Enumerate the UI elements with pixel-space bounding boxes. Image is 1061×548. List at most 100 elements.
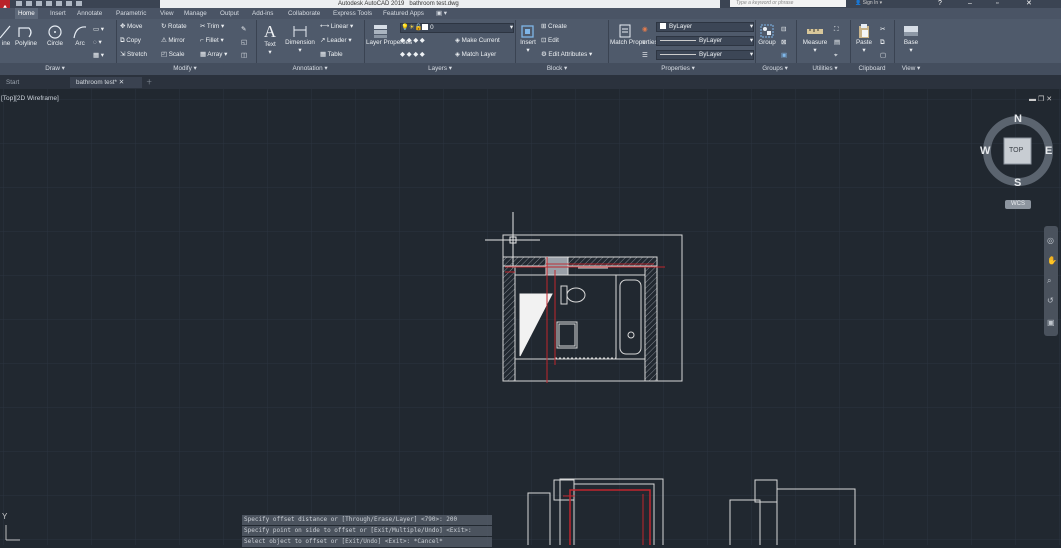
viewport-close-icon[interactable]: ✕: [1046, 96, 1052, 103]
drawing-canvas[interactable]: [0, 89, 1061, 545]
close-icon[interactable]: ✕: [1026, 0, 1032, 8]
line-button[interactable]: ine: [0, 24, 12, 48]
id-point-icon[interactable]: ⌖: [834, 52, 838, 59]
pan-icon[interactable]: ✋: [1047, 256, 1057, 265]
stretch-button[interactable]: ⇲ Stretch: [120, 51, 147, 59]
search-input[interactable]: Type a keyword or phrase: [730, 0, 846, 7]
tab-parametric[interactable]: Parametric: [116, 8, 146, 19]
panel-title-draw[interactable]: Draw ▾: [30, 63, 80, 75]
match-layer-button[interactable]: ◈ Match Layer: [455, 51, 496, 59]
fillet-button[interactable]: ⌐ Fillet ▾: [200, 37, 224, 45]
panel-title-clipboard[interactable]: Clipboard: [852, 63, 892, 75]
redo-icon[interactable]: [76, 1, 82, 6]
group-button[interactable]: Group: [757, 23, 777, 47]
table-button[interactable]: ▦ Table: [320, 51, 343, 59]
save-as-icon[interactable]: [46, 1, 52, 6]
array-button[interactable]: ▦ Array ▾: [200, 51, 227, 59]
viewport-minimize-icon[interactable]: ▬: [1029, 96, 1036, 103]
panel-title-block[interactable]: Block ▾: [537, 63, 577, 75]
tab-close-icon[interactable]: ✕: [119, 79, 124, 86]
help-icon[interactable]: ?: [938, 0, 942, 8]
viewport-restore-icon[interactable]: ❐: [1038, 96, 1044, 103]
edit-block-button[interactable]: ⊡ Edit: [541, 37, 559, 45]
save-icon[interactable]: [36, 1, 42, 6]
leader-dropdown[interactable]: ↗ Leader ▾: [320, 37, 352, 45]
scale-button[interactable]: ◰ Scale: [161, 51, 184, 59]
west-wall[interactable]: [502, 265, 516, 382]
calculator-icon[interactable]: ▤: [834, 39, 840, 46]
mirror-button[interactable]: ⚠ Mirror: [161, 37, 185, 45]
arc-button[interactable]: Arc: [71, 24, 89, 48]
panel-title-properties[interactable]: Properties ▾: [653, 63, 703, 75]
create-block-button[interactable]: ⊞ Create: [541, 23, 567, 31]
minimize-icon[interactable]: –: [968, 0, 972, 8]
tab-express-tools[interactable]: Express Tools: [333, 8, 372, 19]
ungroup-icon[interactable]: ⊟: [781, 26, 786, 33]
tab-featured-apps[interactable]: Featured Apps: [383, 8, 424, 19]
viewcube-north-label[interactable]: N: [1014, 113, 1022, 125]
layer-tools-row-1[interactable]: ◆ ◆ ◆ ◆: [400, 37, 425, 45]
restore-icon[interactable]: ▫: [996, 0, 998, 8]
viewcube-east-label[interactable]: E: [1045, 145, 1052, 157]
layer-freeze-icon[interactable]: ◆: [413, 37, 418, 44]
linear-dropdown[interactable]: ⟷ Linear ▾: [320, 23, 353, 31]
viewcube-south-label[interactable]: S: [1014, 177, 1021, 189]
draw-small-tools[interactable]: ▭ ▾ ◌ ▾ ▦ ▾: [93, 23, 104, 62]
cut-icon[interactable]: ✂: [880, 26, 885, 33]
new-tab-button[interactable]: ＋: [142, 77, 156, 88]
group-select-icon[interactable]: ▣: [781, 52, 787, 59]
lineweight-dropdown[interactable]: ByLayer ▾: [656, 50, 754, 60]
east-wall[interactable]: [644, 265, 658, 382]
shaft-block[interactable]: [545, 256, 569, 276]
tab-insert[interactable]: Insert: [50, 8, 66, 19]
layer-on-tool-icon[interactable]: ◆: [400, 51, 405, 58]
open-icon[interactable]: [26, 1, 32, 6]
erase-icon[interactable]: ✎: [241, 26, 246, 33]
layer-unlock-icon[interactable]: ◆: [420, 51, 425, 58]
edit-attributes-button[interactable]: ⚙ Edit Attributes ▾: [541, 51, 592, 59]
base-button[interactable]: Base ▾: [898, 23, 924, 55]
gradient-icon[interactable]: ▦ ▾: [93, 52, 104, 59]
panel-title-annotation[interactable]: Annotation ▾: [280, 63, 340, 75]
panel-title-utilities[interactable]: Utilities ▾: [800, 63, 850, 75]
hatch-icon[interactable]: ◌ ▾: [93, 39, 102, 46]
layer-lock-tool-icon[interactable]: ◆: [420, 37, 425, 44]
orbit-icon[interactable]: ↺: [1047, 296, 1054, 305]
tab-home[interactable]: Home: [15, 8, 38, 19]
zoom-icon[interactable]: ⌕: [1047, 276, 1051, 286]
steering-wheel-icon[interactable]: ◎: [1047, 236, 1054, 245]
panel-title-view[interactable]: View ▾: [893, 63, 929, 75]
linetype-dropdown[interactable]: ByLayer ▾: [656, 36, 754, 46]
tab-collaborate[interactable]: Collaborate: [288, 8, 320, 19]
layer-properties-button[interactable]: Layer Properties: [366, 23, 412, 47]
viewcube-west-label[interactable]: W: [980, 145, 990, 157]
match-properties-button[interactable]: Match Properties: [610, 23, 658, 47]
tab-output[interactable]: Output: [220, 8, 239, 19]
dimension-button[interactable]: Dimension ▾: [283, 23, 317, 55]
layer-thaw-tool-icon[interactable]: ◆: [413, 51, 418, 58]
circle-button[interactable]: Circle: [44, 24, 66, 48]
file-tab-start[interactable]: Start: [0, 77, 72, 88]
layer-dropdown[interactable]: 💡☀🔓 0 ▾: [400, 23, 514, 33]
tab-add-ins[interactable]: Add-ins: [252, 8, 273, 19]
color-dropdown[interactable]: ByLayer ▾: [656, 22, 754, 32]
copy-button[interactable]: ⧉ Copy: [120, 37, 141, 45]
tab-annotate[interactable]: Annotate: [77, 8, 102, 19]
undo-icon[interactable]: [66, 1, 72, 6]
paste-button[interactable]: Paste ▾: [853, 23, 875, 55]
viewport-controls-label[interactable]: [Top][2D Wireframe]: [1, 95, 59, 102]
rectangle-icon[interactable]: ▭ ▾: [93, 26, 104, 33]
clipboard-tools[interactable]: ✂ ⧉ ▢: [880, 23, 886, 62]
panel-title-layers[interactable]: Layers ▾: [415, 63, 465, 75]
ribbon-options-icon[interactable]: ▣ ▾: [436, 8, 447, 19]
wcs-dropdown[interactable]: WCS: [1005, 200, 1031, 209]
modify-extra-tools[interactable]: ✎ ◱ ◫: [241, 23, 247, 62]
polyline-button[interactable]: Polyline: [13, 24, 39, 48]
layer-tools-row-2[interactable]: ◆ ◆ ◆ ◆: [400, 51, 425, 59]
navigation-bar[interactable]: ◎ ✋ ⌕ ↺ ▣: [1044, 226, 1058, 336]
offset-icon[interactable]: ◫: [241, 52, 247, 59]
copy-base-icon[interactable]: ▢: [880, 52, 886, 59]
text-button[interactable]: A Text ▾: [260, 23, 280, 57]
viewcube-top-label[interactable]: TOP: [1009, 147, 1023, 154]
make-current-button[interactable]: ◈ Make Current: [455, 37, 500, 45]
